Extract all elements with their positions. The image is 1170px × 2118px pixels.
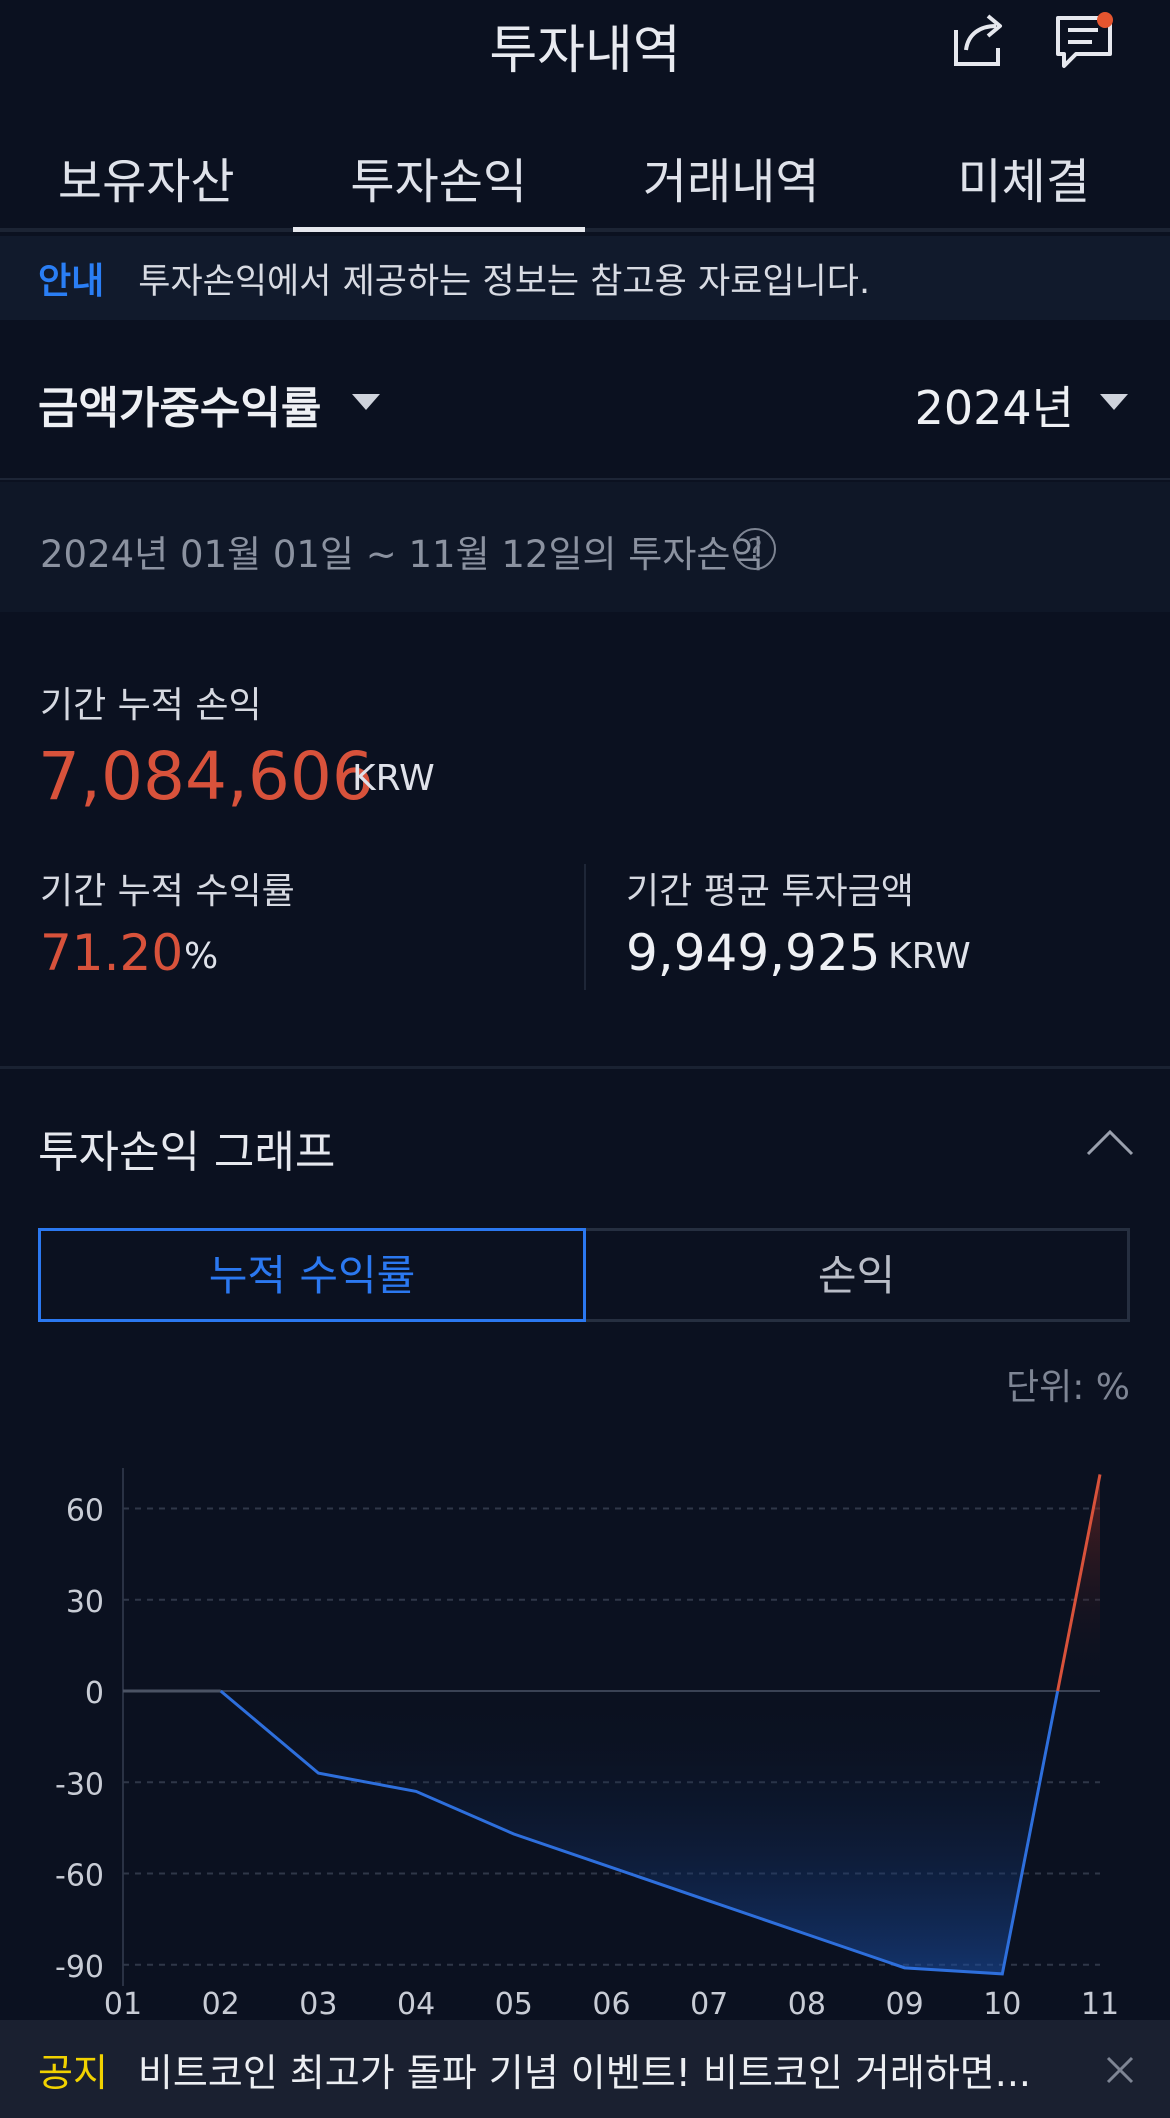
x-tick-label: 01 bbox=[104, 1987, 142, 2020]
x-tick-label: 06 bbox=[592, 1987, 630, 2020]
average-currency: KRW bbox=[888, 936, 971, 977]
help-icon[interactable]: ? bbox=[734, 528, 776, 570]
period-text: 2024년 01월 01일 ~ 11월 12일의 투자손익 bbox=[40, 533, 765, 576]
filter-row: 금액가중수익률 2024년 bbox=[0, 320, 1170, 480]
metric-dropdown[interactable]: 금액가중수익률 bbox=[38, 372, 321, 436]
tab-holdings[interactable]: 보유자산 bbox=[0, 120, 293, 228]
announcement-bar[interactable]: 공지 비트코인 최고가 돌파 기념 이벤트! 비트코인 거래하면... bbox=[0, 2020, 1170, 2118]
year-dropdown[interactable]: 2024년 bbox=[915, 372, 1074, 438]
tab-bar: 보유자산 투자손익 거래내역 미체결 bbox=[0, 120, 1170, 232]
y-tick-label: 0 bbox=[85, 1676, 104, 1711]
cumulative-profit-label: 기간 누적 손익 bbox=[40, 685, 262, 726]
average-investment-label: 기간 평균 투자금액 bbox=[626, 871, 914, 912]
cumulative-rate-toggle[interactable]: 누적 수익률 bbox=[38, 1228, 586, 1322]
tab-transactions[interactable]: 거래내역 bbox=[585, 120, 878, 228]
y-tick-label: 60 bbox=[66, 1494, 104, 1529]
x-tick-label: 07 bbox=[690, 1987, 728, 2020]
chevron-down-icon[interactable] bbox=[352, 394, 380, 410]
profit-chart: 60 30 0 -30 -60 -9001 02 03 04 05 06 07 08 09 10 11 bbox=[55, 1468, 1119, 2020]
announcement-text: 비트코인 최고가 돌파 기념 이벤트! 비트코인 거래하면... bbox=[137, 2050, 1031, 2095]
cumulative-profit-value: 7,084,606 bbox=[38, 738, 374, 815]
tab-pending[interactable]: 미체결 bbox=[878, 120, 1170, 228]
notice-tag: 안내 bbox=[38, 261, 105, 302]
cumulative-rate-value: 71.20 bbox=[40, 924, 184, 982]
y-tick-label: -60 bbox=[55, 1859, 104, 1894]
x-tick-label: 09 bbox=[886, 1987, 924, 2020]
tab-profit-loss[interactable]: 투자손익 bbox=[292, 120, 586, 232]
section-divider bbox=[0, 1066, 1170, 1069]
notification-dot bbox=[1097, 12, 1113, 28]
negative-area bbox=[123, 1691, 1058, 1974]
y-tick-label: 30 bbox=[66, 1585, 104, 1620]
chart-unit-label: 단위: % bbox=[1005, 1367, 1130, 1408]
rate-unit: % bbox=[184, 936, 219, 977]
profit-loss-toggle[interactable]: 손익 bbox=[586, 1228, 1130, 1322]
x-tick-label: 10 bbox=[983, 1987, 1021, 2020]
info-notice: 안내 투자손익에서 제공하는 정보는 참고용 자료입니다. bbox=[0, 236, 1170, 320]
graph-section-title: 투자손익 그래프 bbox=[38, 1127, 336, 1178]
close-icon[interactable] bbox=[1104, 2054, 1136, 2086]
x-tick-label: 08 bbox=[788, 1987, 826, 2020]
y-tick-label: -30 bbox=[55, 1767, 104, 1802]
chevron-down-icon[interactable] bbox=[1100, 394, 1128, 410]
announcement-tag: 공지 bbox=[38, 2050, 108, 2095]
x-tick-label: 05 bbox=[495, 1987, 533, 2020]
profit-currency: KRW bbox=[352, 758, 435, 799]
app-header: 투자내역 bbox=[0, 0, 1170, 88]
x-tick-label: 04 bbox=[397, 1987, 435, 2020]
period-bar: 2024년 01월 01일 ~ 11월 12일의 투자손익 bbox=[0, 482, 1170, 612]
x-tick-label: 11 bbox=[1081, 1987, 1119, 2020]
y-tick-label: -90 bbox=[55, 1950, 104, 1985]
summary-divider bbox=[584, 864, 586, 990]
share-icon[interactable] bbox=[946, 8, 1010, 72]
cumulative-rate-label: 기간 누적 수익률 bbox=[40, 871, 295, 912]
x-tick-label: 03 bbox=[299, 1987, 337, 2020]
notice-text: 투자손익에서 제공하는 정보는 참고용 자료입니다. bbox=[138, 261, 871, 302]
x-tick-label: 02 bbox=[202, 1987, 240, 2020]
average-investment-value: 9,949,925 bbox=[626, 924, 881, 982]
chevron-up-icon[interactable] bbox=[1084, 1124, 1136, 1158]
